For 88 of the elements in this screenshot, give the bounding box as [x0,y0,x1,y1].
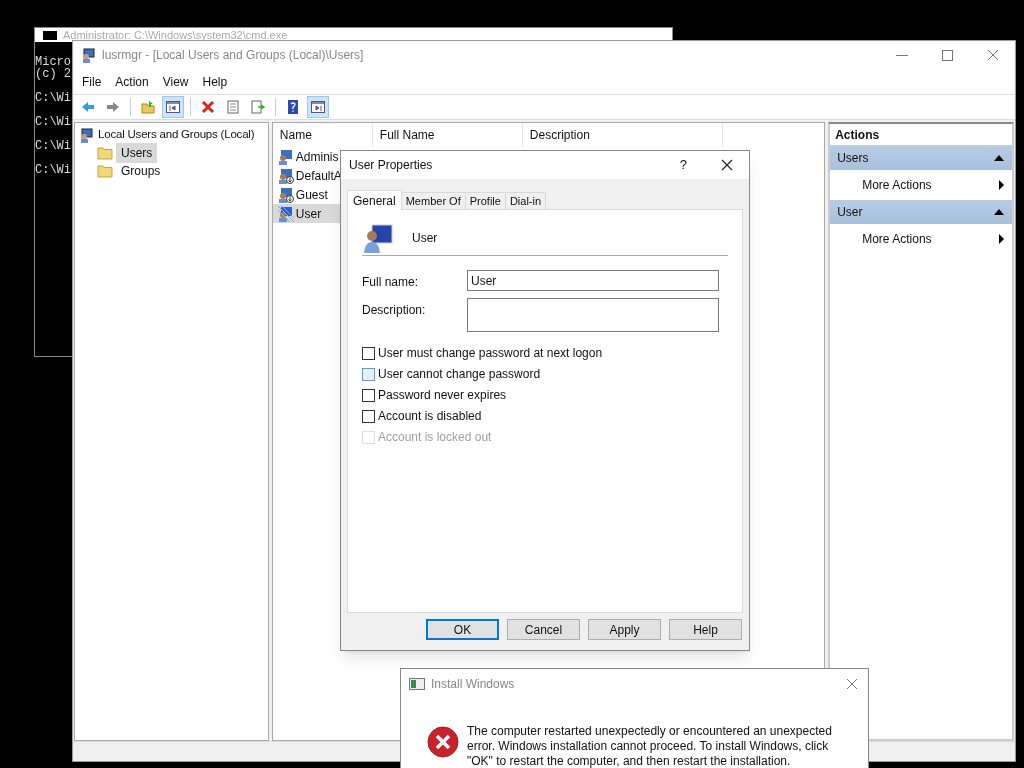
tab[interactable]: Member Of [401,192,466,209]
field-label: Full name: [362,274,420,291]
delete-icon [200,99,216,115]
checkbox-label: User cannot change password [378,366,541,383]
tab[interactable]: Profile [465,192,506,209]
section-title: Users [837,150,870,167]
tab[interactable]: General [347,190,402,210]
console-line: C:\Wi [35,92,71,104]
user-icon [362,221,394,254]
tree-item[interactable]: Local Users and Groups (Local) [98,126,255,144]
folder-icon [97,164,113,178]
list-row[interactable]: Adminis [272,147,341,166]
action-link[interactable]: More Actions [862,176,999,194]
list-row[interactable]: Guest [272,185,341,204]
field-label: Description: [362,302,427,319]
menu-item[interactable]: Help [195,73,235,91]
pane-toggle-icon [165,99,181,115]
row-label: DefaultA [295,167,342,185]
text-field[interactable] [467,298,719,332]
menu-item[interactable]: View [155,73,196,91]
error-icon [427,726,459,758]
menu-item[interactable]: File [75,73,109,91]
dialog-button[interactable]: Help [669,619,742,640]
tree-item[interactable]: Groups [116,161,166,181]
user-icon [277,148,294,165]
dialog-button[interactable]: Cancel [507,619,580,640]
user-name: User [412,229,438,247]
checkbox-label: Password never expires [378,387,507,404]
user-icon [277,205,294,222]
column-header[interactable]: Description [522,123,723,147]
menu-item[interactable]: Action [108,73,156,91]
back-icon [80,99,96,115]
window-title: lusrmgr - [Local Users and Groups (Local)\Users] [102,47,364,64]
window-title: Administrator: C:\Windows\system32\cmd.exe [63,29,288,41]
maximize-icon[interactable] [942,49,953,61]
console-line: (c) 2 [35,68,71,80]
arrow-icon [999,234,1004,244]
checkbox-label: Account is locked out [378,429,492,446]
checkbox[interactable] [362,367,375,381]
properties-icon [225,99,241,115]
dialog-button[interactable]: OK [426,619,499,640]
console-line: C:\Wi [35,164,71,176]
console-icon [43,30,57,40]
dialog-title: User Properties [349,157,433,174]
window-icon [409,678,425,690]
users-icon [79,127,95,143]
error-message: The computer restarted unexpectedly or encountered an unexpected error. Windows installation cannot proceed. To install Windows, click "OK" to restart the computer, and then restart the installation. [467,724,833,768]
user-icon [277,186,294,203]
row-label: Adminis [295,148,339,166]
caret-icon[interactable] [994,209,1004,215]
section-header[interactable]: Users [830,146,1012,170]
checkbox[interactable] [362,409,375,423]
console-line: Micro [35,56,71,68]
section-title: User [837,204,864,221]
list-row[interactable]: User [272,204,341,223]
checkbox[interactable] [362,388,375,402]
forward-icon [105,99,121,115]
dialog-button[interactable]: Apply [588,619,661,640]
column-header[interactable]: Full Name [372,123,523,147]
caret-icon[interactable] [994,155,1004,161]
checkbox[interactable] [362,346,375,360]
list-row[interactable]: DefaultA [272,166,341,185]
toolbar-button[interactable] [162,96,184,118]
checkbox-label: Account is disabled [378,408,482,425]
folder-icon [97,146,113,160]
user-icon [277,167,294,184]
users-icon [81,47,97,63]
checkbox-label: User must change password at next logon [378,345,603,362]
console-line: C:\Wi [35,116,71,128]
dialog-title: Install Windows [431,676,515,693]
tab[interactable]: Dial-in [505,192,547,209]
console-line: C:\Wi [35,140,71,152]
help-icon [285,99,301,115]
minimize-icon[interactable] [896,54,908,56]
arrow-icon [999,180,1004,190]
section-header[interactable]: User [830,200,1012,224]
help-button[interactable]: ? [679,155,687,175]
folder-up-icon [140,99,156,115]
row-label: User [295,205,322,223]
pane-toggle-icon [310,99,326,115]
text-field[interactable]: User [467,270,719,291]
action-link[interactable]: More Actions [862,230,999,248]
row-label: Guest [295,186,328,204]
export-icon [250,99,266,115]
close-icon[interactable] [721,159,733,171]
tree-item[interactable]: Users [116,143,158,163]
toolbar-button[interactable] [307,96,329,118]
column-header[interactable]: Name [272,123,373,147]
